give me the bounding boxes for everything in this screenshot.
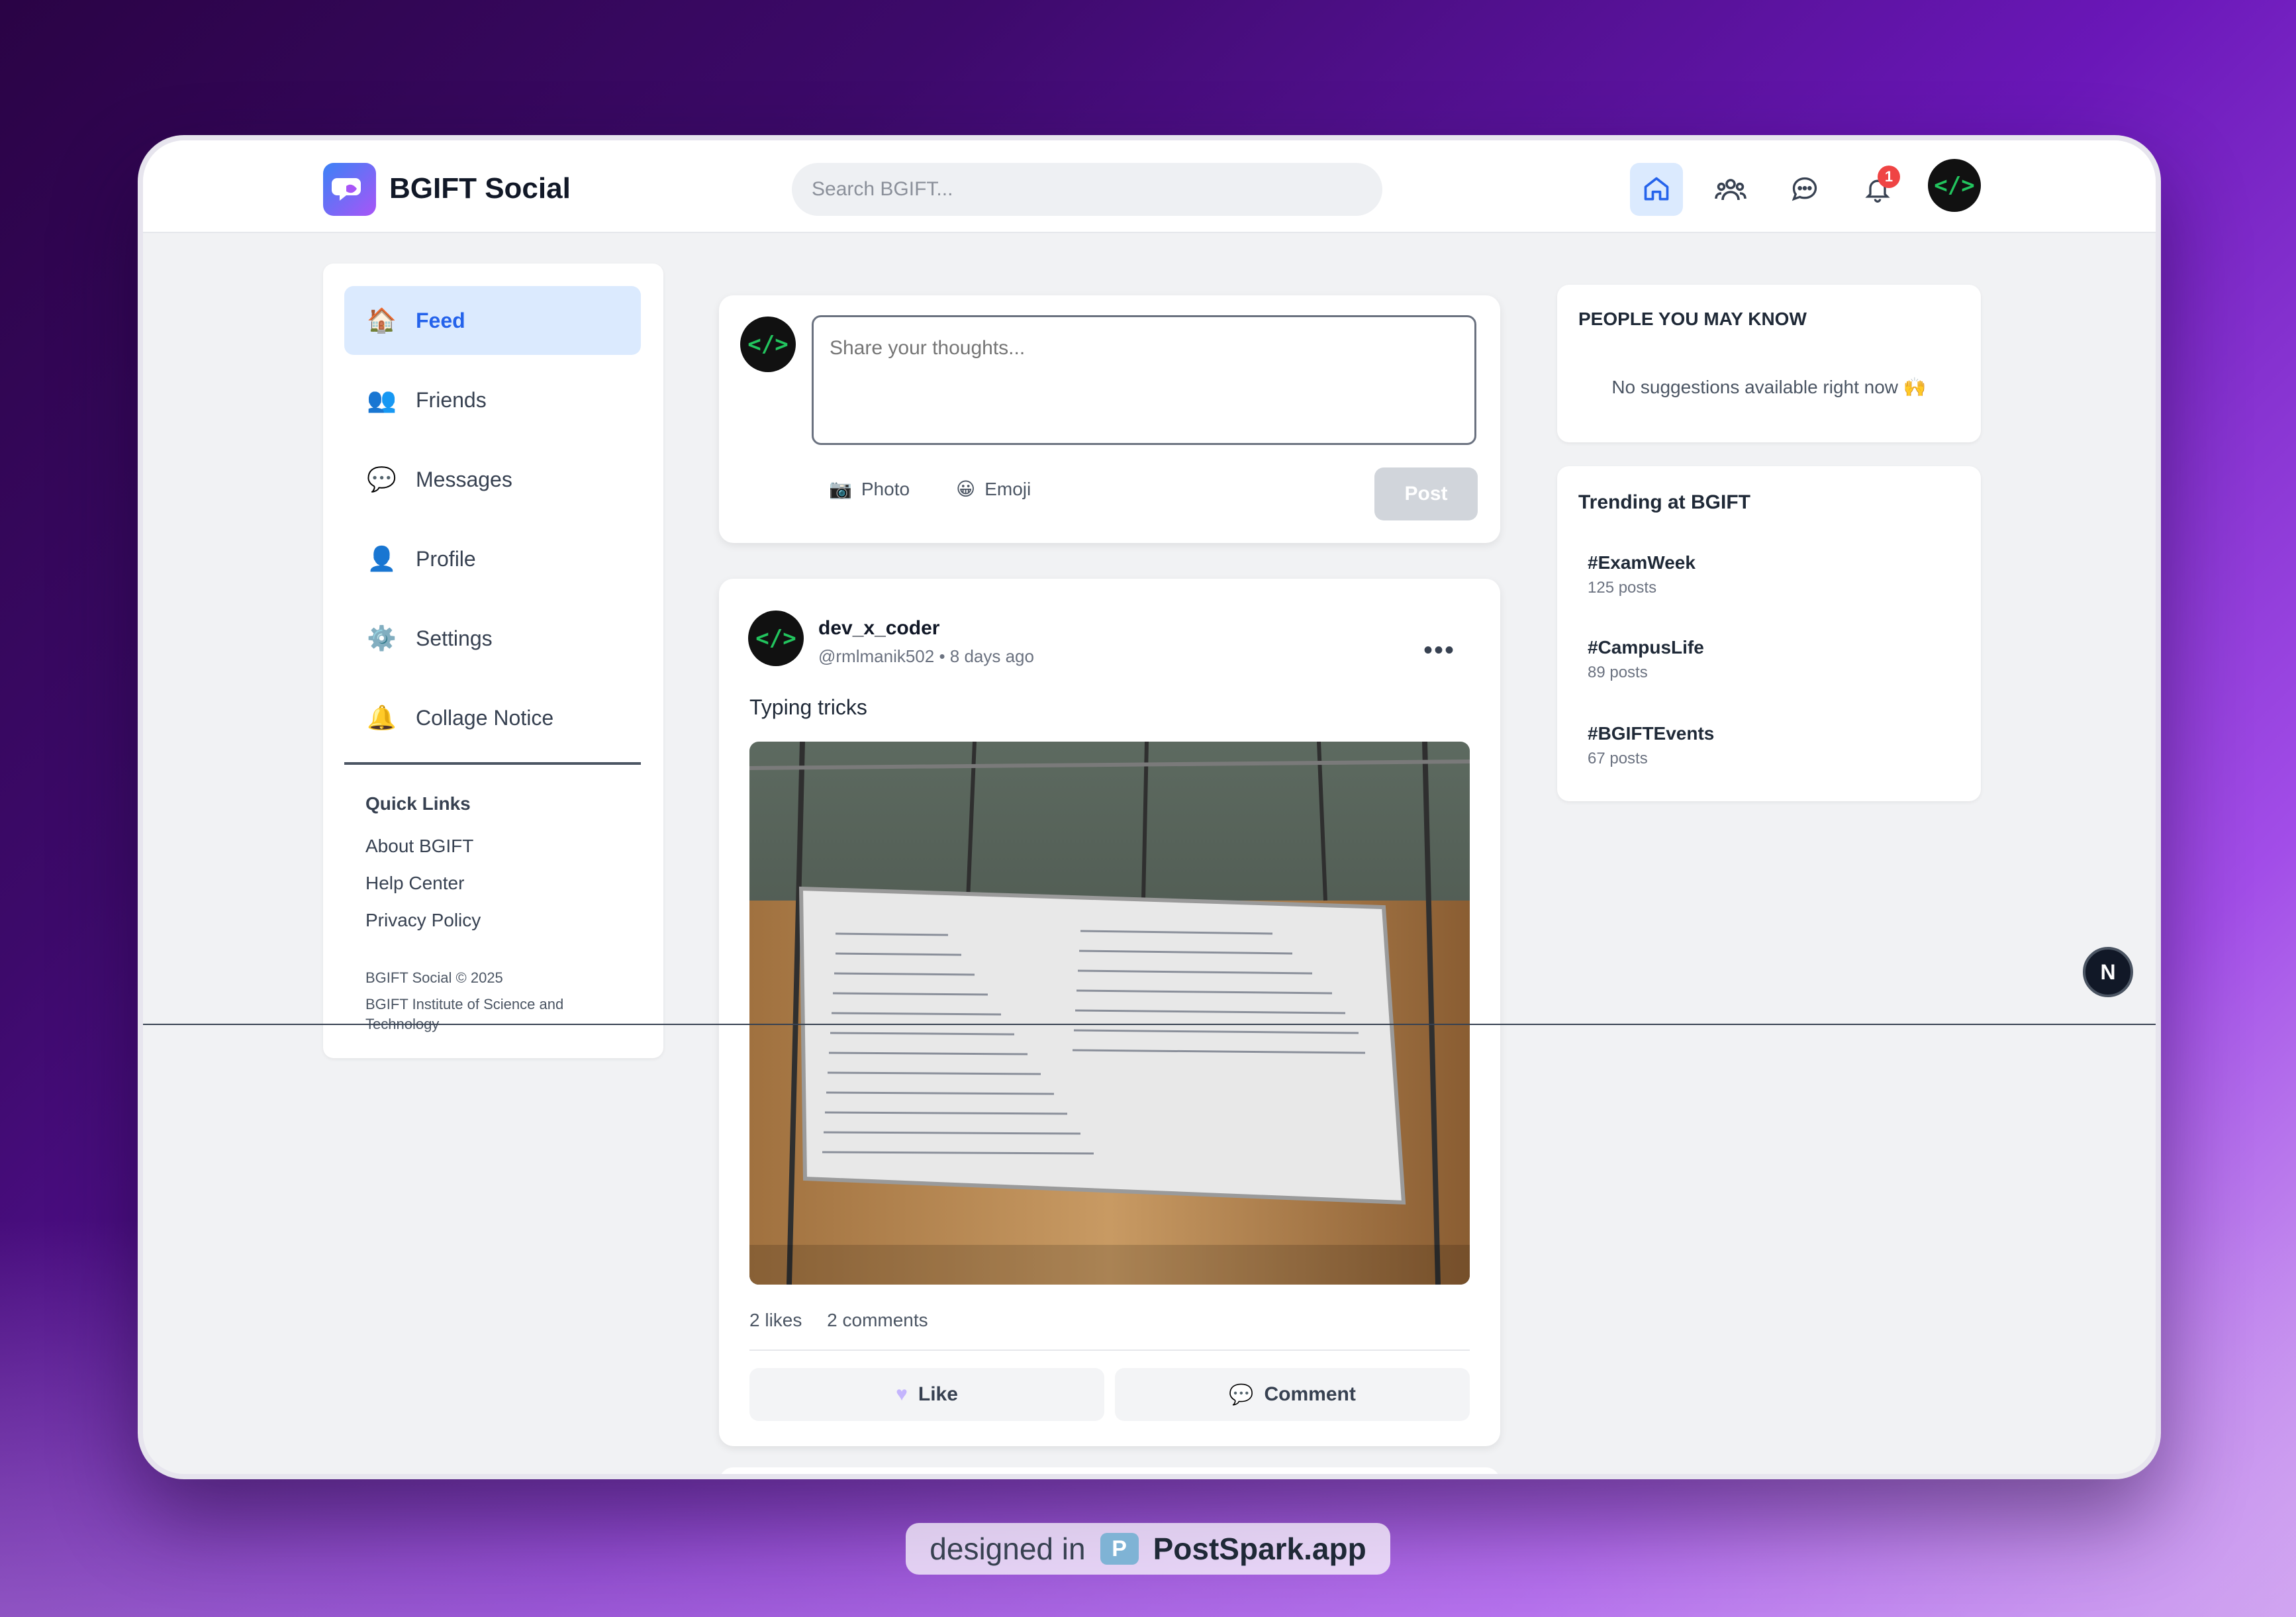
sidebar-item-label: Friends [416, 387, 487, 412]
sidebar-item-feed[interactable]: 🏠 Feed [344, 286, 641, 355]
sidebar-item-collage-notice[interactable]: 🔔 Collage Notice [344, 683, 641, 752]
sidebar-item-label: Feed [416, 308, 465, 332]
notification-badge: 1 [1878, 166, 1900, 188]
house-icon: 🏠 [367, 307, 397, 334]
post-button[interactable]: Post [1374, 467, 1478, 520]
trending-count: 67 posts [1588, 750, 1648, 767]
feed-post: </> dev_x_coder @rmlmanik502 • 8 days ag… [719, 579, 1500, 1446]
heart-icon: ♥ [896, 1383, 908, 1405]
trending-title: Trending at BGIFT [1578, 491, 1750, 513]
trending-tag[interactable]: #CampusLife [1588, 637, 1704, 658]
more-options-icon[interactable]: ••• [1423, 636, 1455, 665]
trending-tag[interactable]: #BGIFTEvents [1588, 723, 1714, 744]
people-you-may-know-card: PEOPLE YOU MAY KNOW No suggestions avail… [1557, 285, 1981, 442]
post-author[interactable]: dev_x_coder [818, 617, 939, 640]
sidebar-item-label: Collage Notice [416, 705, 554, 730]
quick-link-help[interactable]: Help Center [365, 873, 464, 894]
people-icon: 👥 [367, 386, 397, 413]
sidebar-item-label: Settings [416, 626, 493, 650]
comment-button[interactable]: 💬 Comment [1115, 1368, 1470, 1421]
user-avatar[interactable]: </> [1928, 159, 1981, 212]
post-composer: </> 📷 Photo 😀 Emoji Post [719, 295, 1500, 543]
left-sidebar: 🏠 Feed 👥 Friends 💬 Messages 👤 Profile ⚙️… [323, 264, 663, 1058]
sidebar-item-settings[interactable]: ⚙️ Settings [344, 604, 641, 673]
like-button[interactable]: ♥ Like [749, 1368, 1104, 1421]
sidebar-item-label: Messages [416, 467, 512, 491]
post-stats: 2 likes 2 comments [749, 1310, 948, 1331]
post-image[interactable] [749, 742, 1470, 1285]
photo-button[interactable]: 📷 Photo [829, 478, 910, 500]
friends-icon[interactable] [1704, 163, 1757, 216]
postspark-name: PostSpark.app [1153, 1532, 1366, 1566]
postspark-logo-icon: P [1100, 1533, 1139, 1565]
quick-link-about[interactable]: About BGIFT [365, 836, 473, 857]
dev-tools-n-button[interactable]: N [2083, 947, 2133, 997]
likes-count[interactable]: 2 likes [749, 1310, 802, 1330]
post-author-avatar[interactable]: </> [748, 611, 804, 666]
postspark-badge: designed in P PostSpark.app [906, 1523, 1390, 1575]
sidebar-item-profile[interactable]: 👤 Profile [344, 524, 641, 593]
person-icon: 👤 [367, 545, 397, 572]
trending-count: 125 posts [1588, 579, 1657, 597]
thoughts-input[interactable] [812, 315, 1476, 445]
sidebar-divider [344, 762, 641, 765]
quick-links-title: Quick Links [365, 793, 471, 814]
sidebar-item-messages[interactable]: 💬 Messages [344, 445, 641, 514]
post-divider [749, 1349, 1470, 1351]
designed-in-label: designed in [930, 1532, 1086, 1566]
guide-line [143, 1024, 2156, 1025]
app-logo-icon[interactable] [323, 163, 376, 216]
composer-avatar: </> [740, 317, 796, 372]
next-post-peek [719, 1467, 1500, 1474]
browser-window: BGIFT Social 1 </> 🏠 Feed 👥 Friends 💬 Me… [138, 135, 2161, 1479]
comments-count[interactable]: 2 comments [827, 1310, 928, 1330]
post-text: Typing tricks [749, 695, 867, 719]
footer-copyright: BGIFT Social © 2025 [365, 969, 503, 986]
top-navbar: BGIFT Social 1 </> [143, 140, 2156, 233]
no-suggestions-text: No suggestions available right now 🙌 [1611, 377, 1927, 397]
app-name[interactable]: BGIFT Social [389, 172, 571, 205]
notifications-bell-icon[interactable]: 1 [1851, 163, 1904, 216]
emoji-button[interactable]: 😀 Emoji [956, 478, 1031, 500]
speech-bubble-icon: 💬 [1229, 1383, 1254, 1406]
post-meta: @rmlmanik502 • 8 days ago [818, 646, 1034, 666]
smiley-icon: 😀 [956, 479, 976, 499]
quick-link-privacy[interactable]: Privacy Policy [365, 910, 481, 931]
trending-count: 89 posts [1588, 663, 1648, 681]
sidebar-item-friends[interactable]: 👥 Friends [344, 366, 641, 434]
bell-icon: 🔔 [367, 704, 397, 731]
speech-bubble-icon: 💬 [367, 466, 397, 493]
people-title: PEOPLE YOU MAY KNOW [1578, 309, 1807, 329]
camera-icon: 📷 [829, 479, 852, 499]
search-input[interactable] [792, 163, 1382, 216]
chat-icon[interactable] [1778, 163, 1831, 216]
trending-card: Trending at BGIFT #ExamWeek 125 posts #C… [1557, 466, 1981, 801]
home-icon[interactable] [1630, 163, 1683, 216]
gear-icon: ⚙️ [367, 624, 397, 652]
sidebar-item-label: Profile [416, 546, 476, 571]
trending-tag[interactable]: #ExamWeek [1588, 552, 1696, 573]
